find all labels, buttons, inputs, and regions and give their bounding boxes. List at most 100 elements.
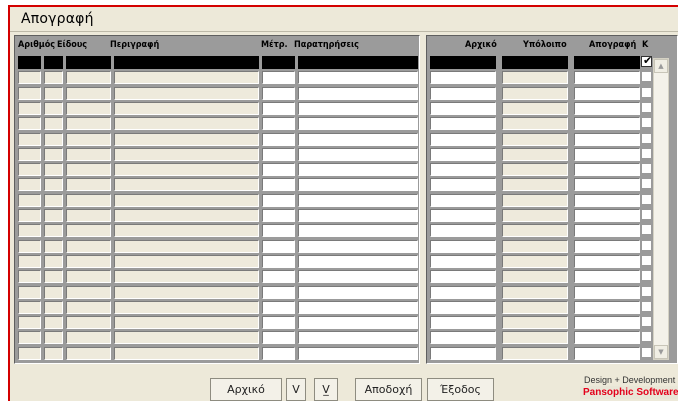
cell-inventory[interactable] <box>574 316 640 329</box>
cell-initial[interactable] <box>430 148 496 161</box>
cell-item-type[interactable] <box>44 133 63 146</box>
cell-unit[interactable] <box>262 270 295 283</box>
header-item-number[interactable]: Αριθμός <box>18 40 55 50</box>
cell-remarks[interactable] <box>298 224 418 237</box>
cell-balance[interactable] <box>502 331 568 344</box>
cell-item-type[interactable] <box>44 71 63 84</box>
k-checkbox[interactable] <box>641 102 652 113</box>
cell-item-code[interactable] <box>66 148 111 161</box>
cell-inventory[interactable] <box>574 301 640 314</box>
cell-inventory[interactable] <box>574 133 640 146</box>
cell-remarks[interactable] <box>298 87 418 100</box>
cell-unit[interactable] <box>262 347 295 360</box>
cell-item-code[interactable] <box>66 163 111 176</box>
accept-button[interactable]: Αποδοχή <box>355 378 422 401</box>
cell-initial[interactable] <box>430 117 496 130</box>
cell-remarks[interactable] <box>298 133 418 146</box>
cell-unit[interactable] <box>262 87 295 100</box>
k-checkbox[interactable] <box>641 117 652 128</box>
cell-item-code[interactable] <box>66 102 111 115</box>
cell-item-code[interactable] <box>66 255 111 268</box>
cell-item-type[interactable] <box>44 209 63 222</box>
cell-item-type[interactable] <box>44 102 63 115</box>
cell-description[interactable] <box>114 331 259 344</box>
cell-initial[interactable] <box>430 347 496 360</box>
cell-inventory[interactable] <box>574 270 640 283</box>
cell-initial[interactable] <box>430 301 496 314</box>
cell-inventory[interactable] <box>574 56 640 69</box>
k-checkbox[interactable] <box>641 240 652 251</box>
cell-item-number[interactable] <box>18 209 41 222</box>
cell-remarks[interactable] <box>298 240 418 253</box>
cell-balance[interactable] <box>502 255 568 268</box>
cell-inventory[interactable] <box>574 102 640 115</box>
cell-inventory[interactable] <box>574 224 640 237</box>
down-all-button[interactable]: V̲ <box>314 378 338 401</box>
cell-description[interactable] <box>114 71 259 84</box>
cell-item-type[interactable] <box>44 194 63 207</box>
k-checkbox[interactable] <box>641 331 652 342</box>
k-checkbox[interactable] <box>641 178 652 189</box>
cell-inventory[interactable] <box>574 194 640 207</box>
cell-balance[interactable] <box>502 194 568 207</box>
cell-item-code[interactable] <box>66 209 111 222</box>
cell-item-number[interactable] <box>18 178 41 191</box>
cell-item-number[interactable] <box>18 240 41 253</box>
cell-balance[interactable] <box>502 316 568 329</box>
cell-description[interactable] <box>114 178 259 191</box>
cell-inventory[interactable] <box>574 347 640 360</box>
cell-item-type[interactable] <box>44 286 63 299</box>
cell-item-code[interactable] <box>66 240 111 253</box>
cell-item-number[interactable] <box>18 56 41 69</box>
cell-unit[interactable] <box>262 331 295 344</box>
cell-item-code[interactable] <box>66 194 111 207</box>
exit-button[interactable]: Έξοδος <box>427 378 494 401</box>
k-checkbox[interactable] <box>641 148 652 159</box>
cell-item-code[interactable] <box>66 117 111 130</box>
cell-unit[interactable] <box>262 286 295 299</box>
cell-item-number[interactable] <box>18 102 41 115</box>
cell-balance[interactable] <box>502 270 568 283</box>
cell-item-type[interactable] <box>44 56 63 69</box>
cell-balance[interactable] <box>502 71 568 84</box>
cell-unit[interactable] <box>262 102 295 115</box>
cell-balance[interactable] <box>502 178 568 191</box>
cell-remarks[interactable] <box>298 331 418 344</box>
header-initial[interactable]: Αρχικό <box>465 40 497 50</box>
cell-balance[interactable] <box>502 163 568 176</box>
cell-description[interactable] <box>114 87 259 100</box>
cell-initial[interactable] <box>430 87 496 100</box>
cell-initial[interactable] <box>430 224 496 237</box>
cell-description[interactable] <box>114 270 259 283</box>
cell-initial[interactable] <box>430 194 496 207</box>
cell-description[interactable] <box>114 148 259 161</box>
cell-item-number[interactable] <box>18 194 41 207</box>
cell-balance[interactable] <box>502 148 568 161</box>
cell-balance[interactable] <box>502 56 568 69</box>
cell-description[interactable] <box>114 194 259 207</box>
cell-description[interactable] <box>114 56 259 69</box>
cell-inventory[interactable] <box>574 178 640 191</box>
cell-unit[interactable] <box>262 316 295 329</box>
cell-balance[interactable] <box>502 87 568 100</box>
cell-description[interactable] <box>114 102 259 115</box>
down-button[interactable]: V <box>286 378 306 401</box>
cell-description[interactable] <box>114 255 259 268</box>
header-remarks[interactable]: Παρατηρήσεις <box>294 40 359 50</box>
cell-description[interactable] <box>114 316 259 329</box>
cell-remarks[interactable] <box>298 148 418 161</box>
cell-inventory[interactable] <box>574 148 640 161</box>
cell-initial[interactable] <box>430 209 496 222</box>
cell-remarks[interactable] <box>298 347 418 360</box>
cell-item-type[interactable] <box>44 117 63 130</box>
k-checkbox[interactable] <box>641 209 652 220</box>
cell-item-code[interactable] <box>66 133 111 146</box>
cell-unit[interactable] <box>262 255 295 268</box>
cell-inventory[interactable] <box>574 117 640 130</box>
cell-inventory[interactable] <box>574 331 640 344</box>
cell-item-code[interactable] <box>66 87 111 100</box>
cell-unit[interactable] <box>262 71 295 84</box>
vertical-scrollbar[interactable]: ▲ ▼ <box>653 58 669 360</box>
cell-initial[interactable] <box>430 133 496 146</box>
cell-item-type[interactable] <box>44 178 63 191</box>
